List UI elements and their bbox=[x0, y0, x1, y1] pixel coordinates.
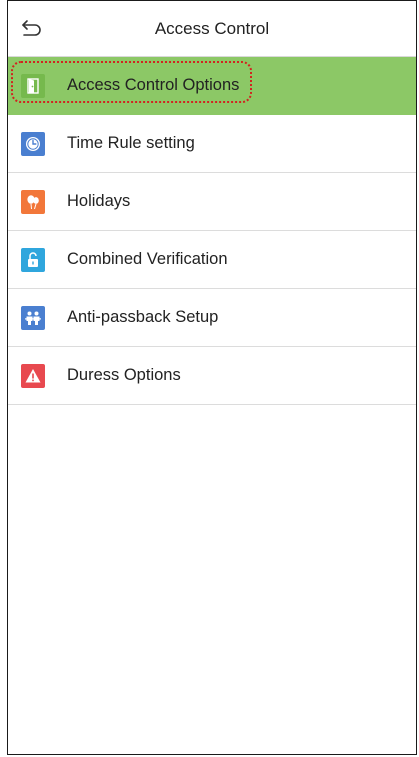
menu-item-label: Access Control Options bbox=[67, 76, 240, 94]
people-icon bbox=[21, 305, 45, 330]
menu-item-label: Anti-passback Setup bbox=[67, 308, 219, 326]
menu-item-access-control-options[interactable]: Access Control Options bbox=[8, 57, 416, 115]
warning-icon bbox=[21, 363, 45, 388]
door-icon bbox=[21, 73, 45, 98]
menu-item-label: Time Rule setting bbox=[67, 134, 195, 152]
menu-item-label: Holidays bbox=[67, 192, 131, 210]
menu-item-time-rule-setting[interactable]: Time Rule setting bbox=[8, 115, 416, 173]
page-title: Access Control bbox=[154, 19, 270, 38]
menu-list: Access Control Options Time Rule setting bbox=[8, 57, 416, 405]
unlock-icon bbox=[21, 247, 45, 272]
menu-item-combined-verification[interactable]: Combined Verification bbox=[8, 231, 416, 289]
menu-item-anti-passback-setup[interactable]: Anti-passback Setup bbox=[8, 289, 416, 347]
clock-icon bbox=[21, 131, 45, 156]
app-window: Access Control Access Control Options Ti… bbox=[7, 0, 417, 755]
menu-item-holidays[interactable]: Holidays bbox=[8, 173, 416, 231]
menu-item-label: Duress Options bbox=[67, 366, 181, 384]
menu-item-duress-options[interactable]: Duress Options bbox=[8, 347, 416, 405]
menu-item-label: Combined Verification bbox=[67, 250, 228, 268]
balloons-icon bbox=[21, 189, 45, 214]
header-bar: Access Control bbox=[8, 1, 416, 57]
